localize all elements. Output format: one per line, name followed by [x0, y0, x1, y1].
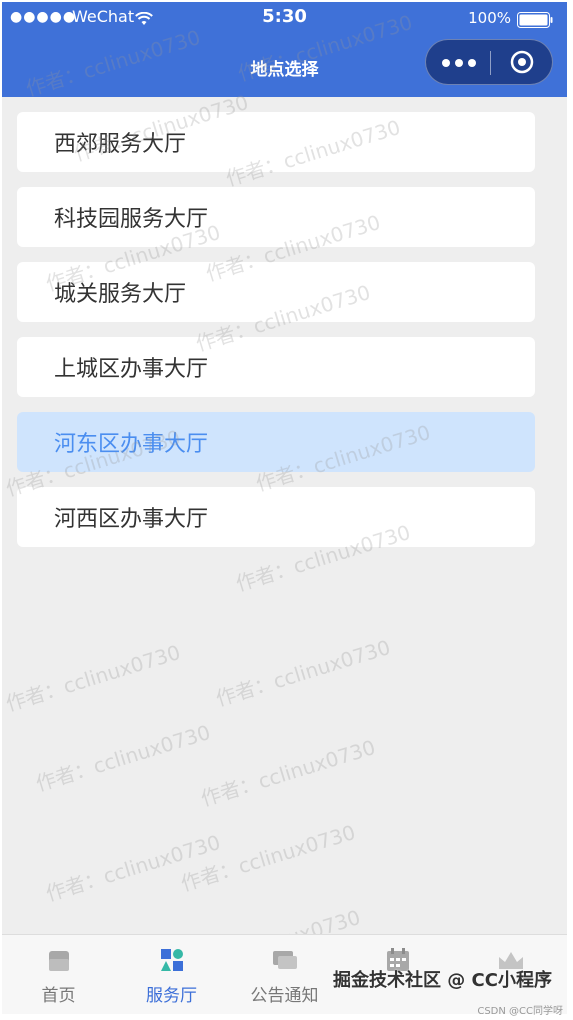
- mini-program-capsule: [425, 39, 553, 85]
- chat-icon: [272, 951, 297, 969]
- service-hall-icon: [160, 949, 183, 971]
- hall-item[interactable]: 河西区办事大厅: [17, 487, 535, 547]
- hall-item-label: 科技园服务大厅: [54, 207, 209, 232]
- close-mini-program-button[interactable]: [498, 40, 548, 84]
- hall-item-label: 河东区办事大厅: [54, 432, 209, 457]
- more-dot-icon: [442, 59, 450, 67]
- tab-notices[interactable]: 公告通知: [228, 935, 341, 1014]
- tab-service-hall[interactable]: 服务厅: [115, 935, 228, 1014]
- hall-item-label: 河西区办事大厅: [54, 507, 209, 532]
- header: ●●●●● WeChat 5:30 100% 地点选择: [2, 2, 567, 97]
- hall-item[interactable]: 上城区办事大厅: [17, 337, 535, 397]
- more-dot-icon: [455, 59, 463, 67]
- phone-screen: ●●●●● WeChat 5:30 100% 地点选择 西郊服务大厅 科技园服务…: [2, 2, 567, 1014]
- tab-notices-label: 公告通知: [250, 986, 319, 1006]
- target-close-icon: [510, 50, 534, 74]
- watermark-text: 作者：cclinux0730: [177, 819, 359, 896]
- capsule-divider: [490, 51, 491, 75]
- hall-item-label: 西郊服务大厅: [54, 132, 187, 157]
- more-options-button[interactable]: [438, 40, 488, 84]
- hall-item[interactable]: 科技园服务大厅: [17, 187, 535, 247]
- footer-credit: CSDN @CC同学呀: [477, 1006, 563, 1017]
- watermark-text: 作者：cclinux0730: [42, 829, 224, 906]
- battery-percentage: 100%: [468, 9, 511, 27]
- tab-service-hall-label: 服务厅: [146, 986, 197, 1006]
- tab-home-label: 首页: [41, 986, 76, 1006]
- battery-icon: [517, 12, 553, 28]
- hall-list: 西郊服务大厅 科技园服务大厅 城关服务大厅 上城区办事大厅 河东区办事大厅 河西区办事大厅: [17, 112, 535, 562]
- home-icon: [48, 951, 69, 971]
- tab-home[interactable]: 首页: [2, 935, 115, 1014]
- watermark-text: 作者：cclinux0730: [2, 639, 184, 716]
- watermark-text: 作者：cclinux0730: [197, 734, 379, 811]
- hall-item[interactable]: 城关服务大厅: [17, 262, 535, 322]
- more-dot-icon: [468, 59, 476, 67]
- status-bar: ●●●●● WeChat 5:30 100%: [2, 2, 567, 36]
- hall-item[interactable]: 西郊服务大厅: [17, 112, 535, 172]
- watermark-text: 作者：cclinux0730: [32, 719, 214, 796]
- hall-item[interactable]: 河东区办事大厅: [17, 412, 535, 472]
- footer-brand-watermark: 掘金技术社区 @ CC小程序: [333, 970, 552, 991]
- hall-item-label: 上城区办事大厅: [54, 357, 209, 382]
- watermark-text: 作者：cclinux0730: [212, 634, 394, 711]
- hall-item-label: 城关服务大厅: [54, 282, 187, 307]
